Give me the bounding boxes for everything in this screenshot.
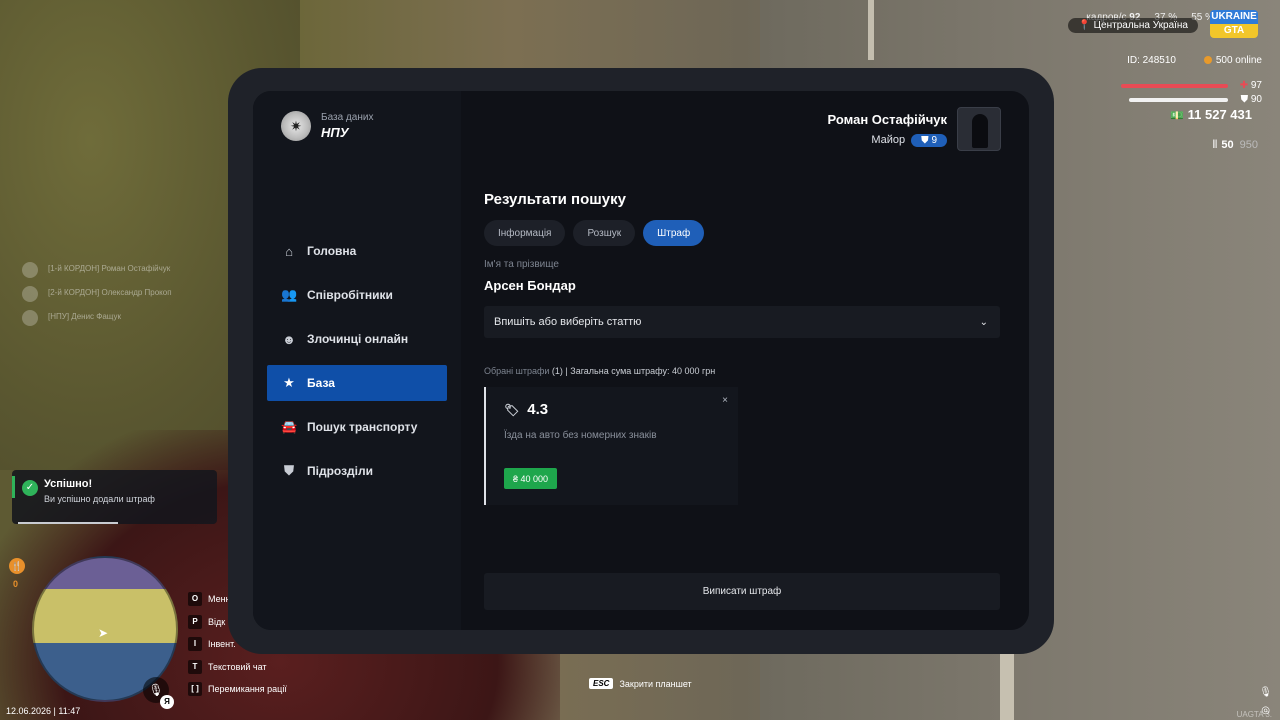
esc-key: ESC [589, 678, 614, 689]
money: 💵 11 527 431 [1170, 107, 1252, 122]
health-bar [1121, 84, 1228, 88]
tab-info[interactable]: Інформація [484, 220, 566, 246]
sidebar-item-database[interactable]: ★ База [267, 365, 447, 401]
armor-icon: ⛊ [1240, 94, 1249, 105]
close-tablet-hint: ESC Закрити планшет [589, 678, 692, 689]
staff-icon: 👥 [281, 287, 298, 302]
sidebar-item-label: Співробітники [307, 288, 393, 302]
hunger-value: 0 [13, 579, 19, 589]
result-tabs: Інформація Розшук Штраф [484, 220, 705, 246]
online-count: 500 online [1203, 55, 1262, 66]
ammo: ⦀ 50 950 [1212, 139, 1258, 151]
player-arrow-icon: ➤ [98, 626, 109, 640]
tablet-screen: ✷ База даних НПУ ⌂ Головна 👥 Співробітни… [253, 91, 1029, 630]
star-icon: ★ [283, 375, 295, 390]
criminal-icon: ☻ [282, 331, 296, 347]
brand-subtitle: База даних [321, 112, 374, 123]
home-icon: ⌂ [285, 243, 293, 259]
sidebar-item-staff[interactable]: 👥 Співробітники [267, 277, 447, 313]
chat-line: [НПУ] Денис Фащук [22, 308, 172, 332]
heart-icon: ✚ [1239, 80, 1249, 91]
mic-small-icon: 🎙 [1259, 687, 1272, 698]
chat-line: [2-й КОРДОН] Олександр Прокоп [22, 284, 172, 308]
close-icon[interactable]: × [722, 395, 728, 406]
sidebar-item-label: Підрозділи [307, 464, 373, 478]
success-toast: ✓ Успішно! Ви успішно додали штраф [12, 470, 217, 524]
brand-title: НПУ [321, 125, 349, 140]
keybind-row: T Текстовий чат [188, 656, 287, 679]
cash-icon: 💵 [1170, 110, 1185, 122]
version: UAGTA 3. [1236, 710, 1272, 719]
keybind-row: [ ] Перемикання рації [188, 678, 287, 701]
fine-code: 🏷 4.3 [504, 401, 549, 418]
fines-summary: Обрані штрафи (1) | Загальна сума штрафу… [484, 366, 716, 376]
close-tablet-label: Закрити планшет [619, 678, 692, 689]
datetime: 12.06.2026 | 11:47 [6, 706, 81, 716]
sidebar-item-label: Пошук транспорту [307, 420, 418, 434]
health-value: ✚ 97 [1239, 80, 1262, 91]
online-icon [1203, 56, 1212, 65]
armor-bar [1129, 98, 1228, 102]
hunger-icon: 🍴 [9, 558, 25, 574]
language-badge: Я [160, 695, 174, 709]
radio-chat: [1-й КОРДОН] Роман Остафійчук [2-й КОРДО… [22, 260, 172, 332]
chevron-down-icon: ⌄ [979, 316, 988, 328]
sidebar-item-home[interactable]: ⌂ Головна [267, 233, 447, 269]
chat-line: [1-й КОРДОН] Роман Остафійчук [22, 260, 172, 284]
page-title: Результати пошуку [484, 191, 626, 208]
name-label: Ім'я та прізвище [484, 259, 559, 270]
sidebar-item-label: База [307, 376, 335, 390]
sidebar-item-vehicle-search[interactable]: 🚘 Пошук транспорту [267, 409, 447, 445]
sidebar-item-label: Злочинці онлайн [307, 332, 409, 346]
fine-amount: ₴ 40 000 [504, 468, 558, 489]
region-badge: 📍 Центральна Україна [1068, 18, 1198, 33]
toast-message: Ви успішно додали штраф [44, 494, 155, 504]
sidebar-item-label: Головна [307, 244, 357, 258]
ammo-icon: ⦀ [1212, 139, 1218, 151]
article-select-placeholder: Впишіть або виберіть статтю [494, 316, 642, 328]
article-select[interactable]: Впишіть або виберіть статтю ⌄ [484, 306, 1000, 338]
armor-value: ⛊ 90 [1240, 94, 1262, 105]
toast-accent [12, 476, 15, 498]
police-star-icon: ✷ [281, 111, 311, 141]
toast-title: Успішно! [44, 478, 93, 490]
brand: ✷ База даних НПУ [281, 111, 373, 141]
tab-fine[interactable]: Штраф [643, 220, 705, 246]
fine-card: × 🏷 4.3 Їзда на авто без номерних знаків… [484, 387, 738, 505]
person-name: Арсен Бондар [484, 278, 576, 293]
sidebar-item-criminals[interactable]: ☻ Злочинці онлайн [267, 321, 447, 357]
issue-fine-button[interactable]: Виписати штраф [484, 573, 1000, 610]
sidebar: ✷ База даних НПУ ⌂ Головна 👥 Співробітни… [253, 91, 461, 630]
server-logo: UKRAINE GTA [1210, 10, 1258, 38]
fine-description: Їзда на авто без номерних знаків [504, 430, 657, 441]
search-results: Результати пошуку Інформація Розшук Штра… [484, 91, 1004, 630]
car-icon: 🚘 [281, 419, 298, 434]
check-icon: ✓ [22, 480, 38, 496]
shield-icon: ⛊ [284, 463, 294, 478]
tab-wanted[interactable]: Розшук [573, 220, 636, 246]
sidebar-nav: ⌂ Головна 👥 Співробітники ☻ Злочинці онл… [267, 233, 447, 497]
road-marking [868, 0, 874, 60]
toast-progress [18, 522, 118, 524]
sidebar-item-units[interactable]: ⛊ Підрозділи [267, 453, 447, 489]
tag-icon: 🏷 [504, 402, 520, 417]
player-id: ID: 248510 [1127, 55, 1176, 66]
